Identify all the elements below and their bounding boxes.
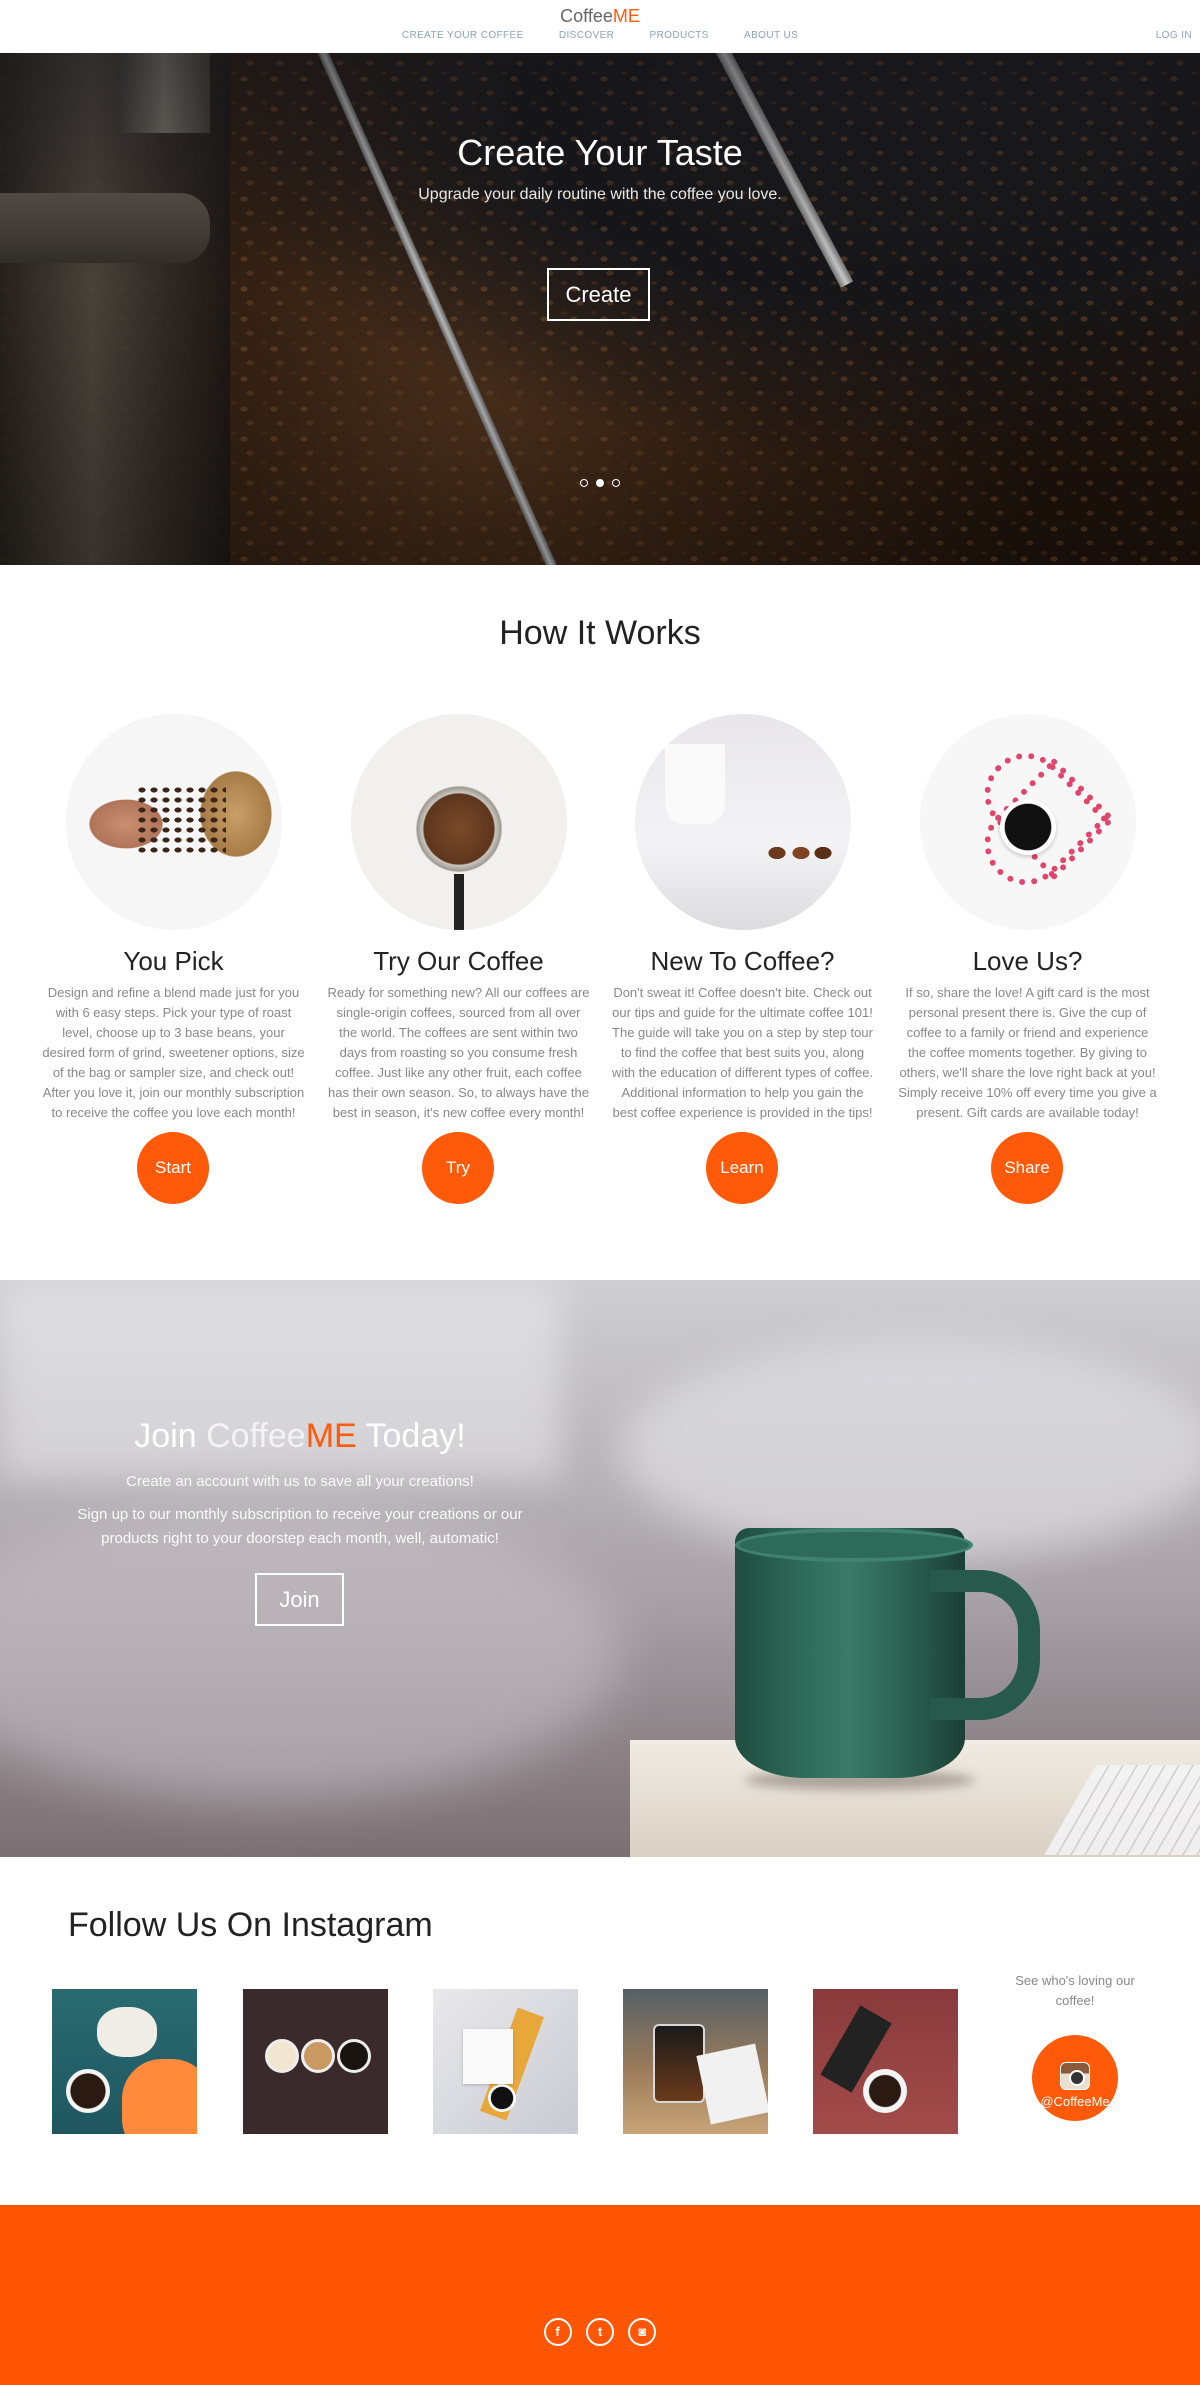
main-nav: CREATE YOUR COFFEE DISCOVER PRODUCTS ABO… (0, 30, 1200, 41)
site-header: CoffeeME CREATE YOUR COFFEE DISCOVER PRO… (0, 0, 1200, 53)
instagram-photo-5[interactable] (813, 1989, 958, 2134)
try-button[interactable]: Try (422, 1132, 494, 1204)
twitter-icon[interactable]: t (586, 2318, 614, 2346)
instagram-title: Follow Us On Instagram (68, 1906, 433, 1944)
instagram-camera-icon (1060, 2061, 1090, 2090)
card-text: If so, share the love! A gift card is th… (898, 985, 1157, 1120)
card-love-us: Love Us? If so, share the love! A gift c… (890, 714, 1165, 1204)
card-title: You Pick (123, 946, 224, 976)
create-button[interactable]: Create (547, 268, 650, 321)
join-button[interactable]: Join (255, 1573, 344, 1626)
hero-title: Create Your Taste (457, 132, 743, 173)
card-try-our-coffee: Try Our Coffee Ready for something new? … (321, 714, 596, 1204)
join-text-1: Create an account with us to save all yo… (126, 1473, 474, 1490)
instagram-photo-3[interactable] (433, 1989, 578, 2134)
share-button[interactable]: Share (991, 1132, 1063, 1204)
card-text: Don't sweat it! Coffee doesn't bite. Che… (611, 985, 874, 1120)
ground-coffee-image (350, 714, 567, 930)
card-text: Ready for something new? All our coffees… (327, 985, 590, 1120)
nav-products[interactable]: PRODUCTS (650, 30, 709, 41)
nav-discover[interactable]: DISCOVER (559, 30, 614, 41)
carousel-dot-2[interactable] (596, 479, 604, 487)
mug-handle (930, 1570, 1040, 1720)
join-text-2: Sign up to our monthly subscription to r… (77, 1506, 523, 1547)
join-banner (0, 1280, 1200, 1857)
card-title: Try Our Coffee (373, 946, 544, 976)
instagram-side-text: See who's loving our coffee! (1015, 1973, 1135, 2008)
carousel-dot-1[interactable] (579, 479, 588, 487)
carousel-dot-3[interactable] (612, 479, 621, 487)
logo-me: ME (612, 6, 640, 26)
carousel-dots (0, 474, 1200, 492)
logo[interactable]: CoffeeME (0, 6, 1200, 27)
instagram-button[interactable]: @CoffeeMe (1032, 2035, 1118, 2121)
logo-coffee: Coffee (560, 6, 613, 26)
cup-and-beans-image (634, 714, 851, 930)
nav-create-your-coffee[interactable]: CREATE YOUR COFFEE (402, 30, 524, 41)
nav-about-us[interactable]: ABOUT US (744, 30, 798, 41)
instagram-photo-2[interactable] (243, 1989, 388, 2134)
hero-subtitle: Upgrade your daily routine with the coff… (418, 186, 782, 203)
facebook-icon[interactable]: f (543, 2318, 572, 2346)
card-title: New To Coffee? (650, 946, 835, 976)
site-footer: f t ◙ (0, 2205, 1200, 2385)
instagram-photo-1[interactable] (52, 1989, 197, 2134)
instagram-handle: @CoffeeMe (1040, 2093, 1110, 2109)
card-title: Love Us? (972, 946, 1083, 976)
start-button[interactable]: Start (137, 1132, 209, 1204)
coffee-cup-icon (999, 799, 1056, 855)
join-title: Join CoffeeME Today! (134, 1417, 466, 1455)
beans-in-hands-image (65, 714, 282, 930)
instagram-icon[interactable]: ◙ (628, 2318, 657, 2346)
card-new-to-coffee: New To Coffee? Don't sweat it! Coffee do… (605, 714, 880, 1204)
social-links: f t ◙ (0, 2318, 1200, 2346)
how-it-works-title: How It Works (499, 614, 701, 652)
card-text: Design and refine a blend made just for … (42, 985, 305, 1120)
learn-button[interactable]: Learn (706, 1132, 778, 1204)
heart-coffee-image (919, 714, 1136, 930)
instagram-photo-4[interactable] (623, 1989, 768, 2134)
card-you-pick: You Pick Design and refine a blend made … (36, 714, 311, 1204)
login-link[interactable]: LOG IN (1156, 30, 1192, 41)
